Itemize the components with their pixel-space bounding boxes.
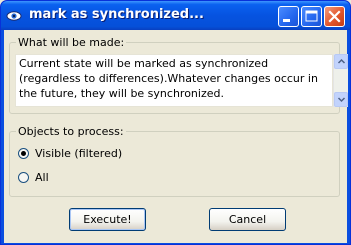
description-legend: What will be made: [16,36,127,49]
eye-icon [6,11,22,21]
radio-visible-filtered[interactable]: Visible (filtered) [18,145,122,161]
objects-legend: Objects to process: [16,125,126,138]
dialog-window: mark as synchronized... What will be mad… [0,0,351,245]
window-title: mark as synchronized... [29,7,204,22]
chevron-up-icon [337,58,346,64]
radio-all[interactable]: All [18,169,49,185]
radio-all-label: All [35,170,49,184]
description-scrollbar[interactable] [333,54,348,107]
scroll-up-button[interactable] [334,54,348,69]
close-button[interactable] [324,6,345,27]
scroll-down-button[interactable] [334,92,348,107]
title-bar[interactable]: mark as synchronized... [1,1,350,30]
radio-visible-circle[interactable] [18,147,29,159]
objects-group: Objects to process: Visible (filtered) A… [9,125,340,197]
minimize-icon [283,19,290,22]
maximize-button[interactable] [301,6,322,27]
radio-all-circle[interactable] [18,171,29,183]
cancel-button[interactable]: Cancel [209,208,286,231]
dialog-client-area: What will be made: Current state will be… [4,30,348,243]
minimize-button[interactable] [278,6,299,27]
execute-button[interactable]: Execute! [69,208,146,231]
radio-visible-label: Visible (filtered) [35,146,123,160]
description-text[interactable]: Current state will be marked as synchron… [15,54,333,107]
close-icon [328,10,341,23]
maximize-icon [305,10,318,22]
chevron-down-icon [337,97,346,103]
description-group: What will be made: Current state will be… [9,36,348,114]
